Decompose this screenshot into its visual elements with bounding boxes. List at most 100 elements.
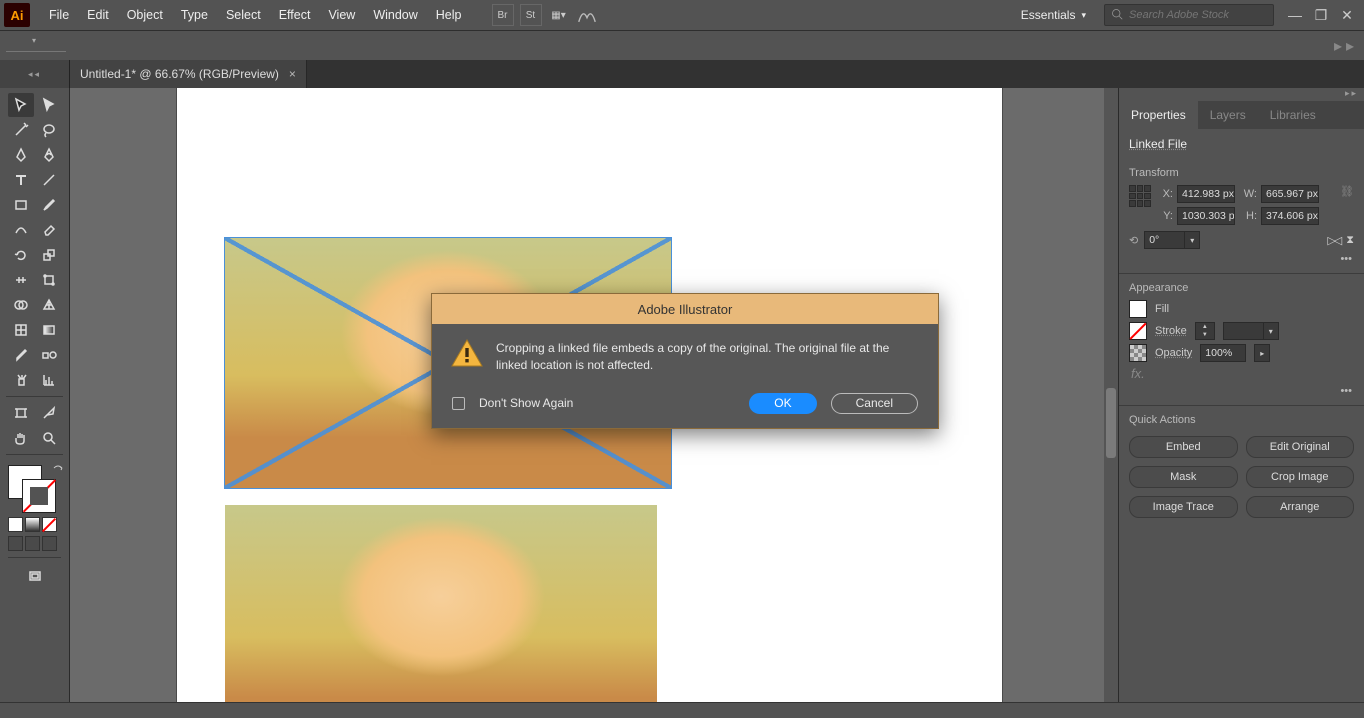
menu-object[interactable]: Object xyxy=(118,0,172,30)
eyedropper-tool[interactable] xyxy=(8,343,34,367)
menu-help[interactable]: Help xyxy=(427,0,471,30)
rectangle-tool[interactable] xyxy=(8,193,34,217)
edit-original-button[interactable]: Edit Original xyxy=(1246,436,1355,458)
draw-normal[interactable] xyxy=(8,536,23,551)
cancel-button[interactable]: Cancel xyxy=(831,393,918,414)
tab-properties[interactable]: Properties xyxy=(1119,101,1198,129)
curvature-tool[interactable] xyxy=(36,143,62,167)
appearance-header: Appearance xyxy=(1129,282,1354,294)
color-mode-none[interactable] xyxy=(42,517,57,532)
opacity-swatch[interactable] xyxy=(1129,344,1147,362)
type-tool[interactable] xyxy=(8,168,34,192)
image-trace-button[interactable]: Image Trace xyxy=(1129,496,1238,518)
panel-collapse-icon[interactable]: ▸▸ xyxy=(1119,88,1364,101)
fill-stroke-wells[interactable] xyxy=(0,459,69,595)
opacity-field[interactable]: 100% xyxy=(1200,344,1246,362)
dont-show-checkbox[interactable] xyxy=(452,397,465,410)
scale-tool[interactable] xyxy=(36,243,62,267)
width-tool[interactable] xyxy=(8,268,34,292)
magic-wand-tool[interactable] xyxy=(8,118,34,142)
line-tool[interactable] xyxy=(36,168,62,192)
mesh-tool[interactable] xyxy=(8,318,34,342)
menu-select[interactable]: Select xyxy=(217,0,270,30)
free-transform-tool[interactable] xyxy=(36,268,62,292)
flip-horizontal-icon[interactable]: ▷◁ xyxy=(1327,234,1340,247)
h-field[interactable]: 374.606 px xyxy=(1261,207,1319,225)
menu-edit[interactable]: Edit xyxy=(78,0,118,30)
slice-tool[interactable] xyxy=(36,401,62,425)
stock-icon[interactable]: St xyxy=(520,4,542,26)
scrollbar-thumb[interactable] xyxy=(1106,388,1116,458)
tab-libraries[interactable]: Libraries xyxy=(1258,101,1328,129)
workspace-switcher[interactable]: Essentials ▾ xyxy=(1011,6,1096,24)
menu-file[interactable]: File xyxy=(40,0,78,30)
tab-close-icon[interactable]: × xyxy=(289,67,296,81)
lasso-tool[interactable] xyxy=(36,118,62,142)
reference-point[interactable] xyxy=(1129,185,1151,207)
transform-more-icon[interactable]: ••• xyxy=(1129,253,1352,265)
pen-tool[interactable] xyxy=(8,143,34,167)
dont-show-label: Don't Show Again xyxy=(479,395,573,412)
window-minimize[interactable]: — xyxy=(1282,7,1308,23)
swap-fill-stroke-icon[interactable] xyxy=(52,463,64,475)
perspective-tool[interactable] xyxy=(36,293,62,317)
gradient-tool[interactable] xyxy=(36,318,62,342)
bridge-icon[interactable]: Br xyxy=(492,4,514,26)
symbol-sprayer-tool[interactable] xyxy=(8,368,34,392)
opacity-flyout-icon[interactable]: ▸ xyxy=(1254,344,1270,362)
panel-collapse-icon[interactable]: ▸▸ xyxy=(1334,36,1358,56)
selection-tool[interactable] xyxy=(8,93,34,117)
shape-builder-tool[interactable] xyxy=(8,293,34,317)
screen-mode[interactable] xyxy=(22,564,48,588)
y-field[interactable]: 1030.303 px xyxy=(1177,207,1235,225)
fill-swatch-small[interactable] xyxy=(1129,300,1147,318)
chevron-down-icon: ▾ xyxy=(1081,10,1086,21)
arrange-button[interactable]: Arrange xyxy=(1246,496,1355,518)
window-restore[interactable]: ❐ xyxy=(1308,7,1334,24)
tab-layers[interactable]: Layers xyxy=(1198,101,1258,129)
menu-type[interactable]: Type xyxy=(172,0,217,30)
link-wh-icon[interactable]: ⛓ xyxy=(1340,185,1354,198)
arrange-docs-icon[interactable]: ▦▾ xyxy=(548,4,570,26)
document-tab[interactable]: Untitled-1* @ 66.67% (RGB/Preview) × xyxy=(70,60,307,88)
crop-image-button[interactable]: Crop Image xyxy=(1246,466,1355,488)
stroke-weight-stepper[interactable]: ▲▼ xyxy=(1195,322,1215,340)
rotate-field[interactable]: 0°▾ xyxy=(1144,231,1200,249)
color-mode-gradient[interactable] xyxy=(25,517,40,532)
control-bar-expand[interactable] xyxy=(6,40,66,52)
graph-tool[interactable] xyxy=(36,368,62,392)
w-field[interactable]: 665.967 px xyxy=(1261,185,1319,203)
stroke-swatch-small[interactable] xyxy=(1129,322,1147,340)
gpu-icon[interactable] xyxy=(576,4,598,26)
menu-effect[interactable]: Effect xyxy=(270,0,320,30)
artboard-tool[interactable] xyxy=(8,401,34,425)
search-input[interactable] xyxy=(1129,9,1267,21)
toolbox-collapse-icon[interactable]: ◂◂ xyxy=(0,60,70,88)
flip-vertical-icon[interactable]: ⧗ xyxy=(1346,234,1354,247)
paintbrush-tool[interactable] xyxy=(36,193,62,217)
placed-image[interactable] xyxy=(225,505,657,702)
search-stock[interactable] xyxy=(1104,4,1274,26)
fx-icon[interactable]: fx. xyxy=(1131,366,1354,381)
hand-tool[interactable] xyxy=(8,426,34,450)
direct-selection-tool[interactable] xyxy=(36,93,62,117)
ok-button[interactable]: OK xyxy=(749,393,816,414)
draw-behind[interactable] xyxy=(25,536,40,551)
x-field[interactable]: 412.983 px xyxy=(1177,185,1235,203)
appearance-more-icon[interactable]: ••• xyxy=(1129,385,1352,397)
blend-tool[interactable] xyxy=(36,343,62,367)
stroke-swatch[interactable] xyxy=(22,479,56,513)
color-mode-solid[interactable] xyxy=(8,517,23,532)
menu-view[interactable]: View xyxy=(319,0,364,30)
zoom-tool[interactable] xyxy=(36,426,62,450)
stroke-weight-field[interactable]: ▾ xyxy=(1223,322,1279,340)
menu-window[interactable]: Window xyxy=(364,0,426,30)
embed-button[interactable]: Embed xyxy=(1129,436,1238,458)
eraser-tool[interactable] xyxy=(36,218,62,242)
rotate-tool[interactable] xyxy=(8,243,34,267)
window-close[interactable]: ✕ xyxy=(1334,7,1360,24)
draw-inside[interactable] xyxy=(42,536,57,551)
shaper-tool[interactable] xyxy=(8,218,34,242)
mask-button[interactable]: Mask xyxy=(1129,466,1238,488)
vertical-scrollbar[interactable] xyxy=(1104,88,1118,702)
